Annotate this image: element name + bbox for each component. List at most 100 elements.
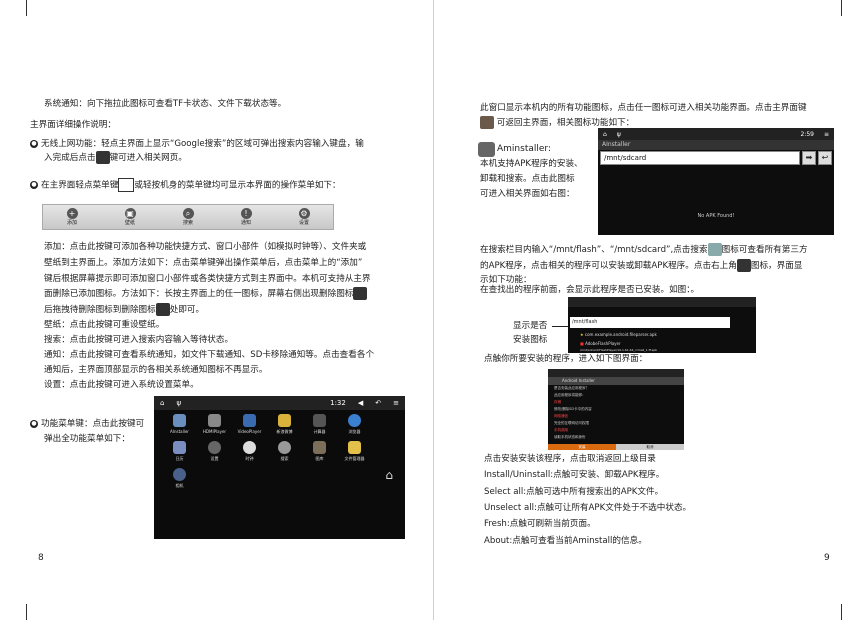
intro-line: 此窗口显示本机内的所有功能图标，点击任一图标可进入相关功能界面。点击主界面键 (480, 103, 807, 113)
app-label: HDMIPlayer (202, 429, 227, 434)
page-number-left: 8 (38, 553, 44, 563)
app-calendar[interactable]: 日历 (162, 441, 197, 462)
app-filemanager[interactable]: 文件管理器 (337, 441, 372, 462)
app-icon (348, 441, 361, 454)
ainstaller-desc: 可进入相关界面如右图： (480, 189, 575, 199)
result-text: com.example.android.fileparser.apk (584, 332, 657, 337)
home-key-icon (480, 116, 494, 129)
list-item: 点击安装安装该程序，点击取消返回上级目录 (484, 454, 656, 464)
para-line: 壁纸：点击此按键可重设壁纸。 (44, 320, 165, 330)
para-line: 后拖拽待删除图标到删除图标 处即可。 (44, 303, 204, 318)
toolbar-label: 壁纸 (124, 220, 135, 226)
gear-icon: ⚙ (298, 208, 310, 219)
app-icon (243, 414, 256, 427)
ainstaller-desc: 卸载和搜索。点击此图标 (480, 174, 575, 184)
para-text: 处即可。 (169, 305, 205, 315)
path-input[interactable]: /mnt/sdcard (600, 151, 800, 165)
result-row[interactable]: ★ com.example.android.fileparser.apk (580, 330, 750, 339)
plus-icon: + (66, 208, 78, 219)
app-label: AInstaller (170, 429, 189, 434)
list-item: Fresh:点触可刷新当前页面。 (484, 519, 596, 529)
back-button[interactable]: ↩ (818, 151, 832, 165)
app-hdmiplayer[interactable]: HDMIPlayer (197, 414, 232, 435)
search-result-screenshot: /mnt/flash ★ com.example.android.filepar… (568, 297, 756, 353)
app-camera[interactable]: 相机 (162, 468, 197, 489)
ainstaller-desc: 本机支持APK程序的安装、 (480, 159, 583, 169)
app-weibo[interactable]: 新浪微博 (267, 414, 302, 435)
app-icon (173, 468, 186, 481)
status-bar (568, 297, 756, 307)
app-search[interactable]: 搜索 (267, 441, 302, 462)
bullet-icon: ● (30, 139, 38, 148)
install-button[interactable]: 安装 (548, 444, 616, 450)
app-icon (313, 414, 326, 427)
path-input[interactable]: /mnt/flash (570, 317, 730, 328)
ainstaller-title: Aminstaller: (497, 144, 551, 154)
toolbar-label: 设置 (298, 220, 309, 226)
app-videoplayer[interactable]: VideoPlayer (232, 414, 267, 435)
para-line: 添加：点击此按键可添加各种功能快捷方式、窗口小部件（如模拟时钟等）、文件夹或 (44, 242, 367, 252)
menu-icon: ≡ (393, 399, 399, 407)
app-icon (208, 441, 221, 454)
app-icon (348, 414, 361, 427)
bullet-icon: ● (30, 419, 38, 428)
app-label: 时钟 (245, 456, 254, 461)
para-line: 面删除已添加图标。方法如下：长按主界面上的任一图标，屏幕右侧出现删除图标 (44, 287, 368, 302)
toolbar-notify[interactable]: ! 通知 (240, 208, 252, 226)
toolbar-search[interactable]: ⌕ 搜索 (182, 208, 194, 226)
search-icon: ⌕ (182, 208, 194, 219)
app-settings[interactable]: 设置 (197, 441, 232, 462)
app-label: 搜索 (280, 456, 289, 461)
bullet-text: 无线上网功能：轻点主界面上显示“Google搜索”的区域可弹出搜索内容输入键盘，… (41, 139, 364, 149)
toolbar-settings[interactable]: ⚙ 设置 (298, 208, 310, 226)
app-calculator[interactable]: 计算器 (302, 414, 337, 435)
search-text: 的APK程序，点击相关的程序可以安装或卸载APK程序。点击右上角 (480, 261, 737, 271)
app-ainstaller[interactable]: AInstaller (162, 414, 197, 435)
para-line: 键后根据屏幕提示即可添加窗口小部件或各类快捷方式到主界面中。本机可支持从主界 (44, 274, 371, 284)
list-item: Install/Uninstall:点触可安装、卸载APK程序。 (484, 470, 665, 480)
home-screen-icon[interactable]: ⌂ (385, 468, 393, 482)
search-line: 在查找出的程序前面，会显示此程序是否已安装。如图：。 (480, 285, 700, 295)
dialog-line: 读取手机状态和身份 (554, 435, 586, 439)
app-label: 新浪微博 (276, 429, 293, 434)
bullet-text: 键可进入相关网页。 (109, 153, 187, 163)
toolbar-label: 搜索 (182, 220, 193, 226)
app-label: 计算器 (313, 429, 326, 434)
bullet-function-cont: 弹出全功能菜单如下： (44, 434, 130, 444)
cancel-button[interactable]: 取消 (616, 444, 684, 450)
toolbar-add[interactable]: + 添加 (66, 208, 78, 226)
bullet-text: 功能菜单键：点击此按键可 (41, 419, 145, 429)
empty-message: No APK Found! (697, 213, 735, 219)
app-icon (243, 441, 256, 454)
app-label: 设置 (210, 456, 219, 461)
para-line: 通知后，主界面顶部显示的各相关系统通知图标不再显示。 (44, 365, 268, 375)
app-icon (278, 441, 291, 454)
ainstaller-screenshot: ⌂ ψ 2:59 ≡ AInstaller /mnt/sdcard ➡ ↩ No AP… (598, 128, 834, 235)
toolbar-label: 添加 (66, 220, 77, 226)
install-dialog-screenshot: Android Installer 是否安装此应用程序？ 此应用程序将能够： 存… (548, 369, 684, 450)
app-clock[interactable]: 时钟 (232, 441, 267, 462)
search-button[interactable]: ➡ (802, 151, 816, 165)
dialog-buttons: 安装 取消 (548, 444, 684, 450)
list-item: Select all:点触可选中所有搜索出的APK文件。 (484, 487, 664, 497)
app-browser[interactable]: 浏览器 (337, 414, 372, 435)
status-time: 2:59 (800, 130, 814, 138)
toolbar-wallpaper[interactable]: ▣ 壁纸 (124, 208, 136, 226)
app-gallery[interactable]: 图库 (302, 441, 337, 462)
bullet-function: ● 功能菜单键：点击此按键可 (30, 417, 144, 432)
dialog-line: 此应用程序将能够： (554, 393, 586, 397)
para-line: 搜索：点击此按键可进入搜索内容输入等待状态。 (44, 335, 234, 345)
app-label: 图库 (315, 456, 324, 461)
menu-icon: ≡ (823, 130, 829, 138)
dialog-line: 是否安装此应用程序？ (554, 386, 589, 390)
dialog-line: 手机调用 (554, 428, 568, 432)
menu-key-icon (118, 178, 135, 192)
install-instruction: 点触你所要安装的程序，进入如下图界面： (484, 354, 648, 364)
list-item: About:点触可查看当前Aminstall的信息。 (484, 536, 647, 546)
ainstaller-icon (478, 142, 495, 157)
app-drawer-screenshot: ⌂ ψ 1:32 ◀ ↶ ≡ AInstaller HDMIPlayer Vid… (154, 396, 405, 539)
star-icon: ★ (580, 332, 584, 337)
page-divider (433, 0, 434, 620)
search-text: 图标可查看所有第三方 (721, 245, 808, 255)
crop-mark (26, 0, 27, 16)
